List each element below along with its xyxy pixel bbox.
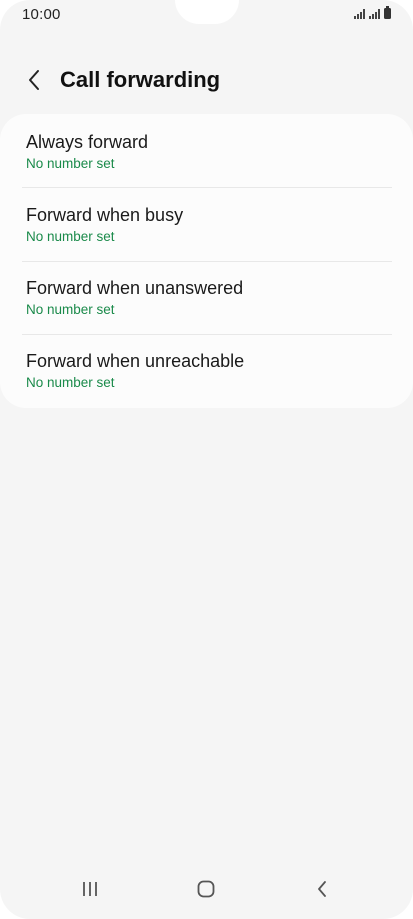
option-forward-when-busy[interactable]: Forward when busy No number set [26,188,392,261]
option-subtitle: No number set [26,375,115,390]
app-header: Call forwarding [0,60,413,100]
recent-apps-icon [83,882,97,896]
option-title: Forward when busy [26,205,184,225]
camera-notch [175,0,239,24]
option-subtitle: No number set [26,229,115,244]
status-time: 10:00 [22,6,61,23]
home-button[interactable] [190,875,222,903]
option-subtitle: No number set [26,156,115,171]
recent-apps-button[interactable] [74,875,106,903]
option-title: Forward when unreachable [26,351,245,371]
page-title: Call forwarding [60,67,221,92]
call-forwarding-options: Always forward No number set Forward whe… [0,114,413,408]
option-forward-when-unreachable[interactable]: Forward when unreachable No number set [26,335,392,408]
option-title: Always forward [26,132,149,152]
option-forward-when-unanswered[interactable]: Forward when unanswered No number set [26,262,392,335]
nav-back-button[interactable] [306,875,338,903]
navigation-bar [0,863,413,919]
option-always-forward[interactable]: Always forward No number set [26,114,392,187]
home-icon [197,880,215,898]
option-title: Forward when unanswered [26,278,244,298]
option-subtitle: No number set [26,302,115,317]
signal-sim2-icon [369,9,380,19]
signal-sim1-icon [354,9,365,19]
back-button[interactable] [20,66,48,94]
chevron-left-icon [29,70,39,90]
back-icon [318,881,326,897]
phone-screen: 10:00 Call forwarding Always forward No … [0,0,413,919]
status-icons [354,6,391,19]
battery-icon [384,6,391,19]
